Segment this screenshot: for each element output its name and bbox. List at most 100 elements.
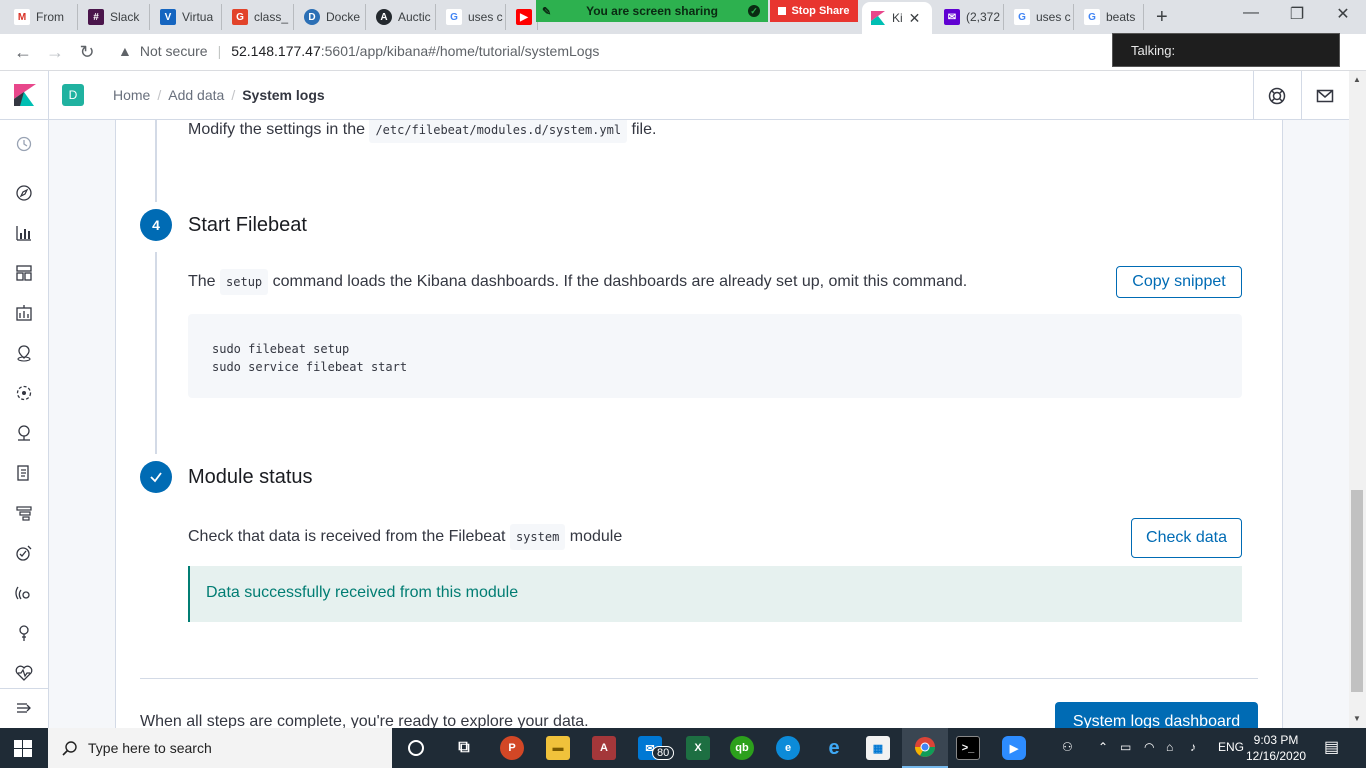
file-explorer-icon[interactable]: ▬: [546, 736, 570, 760]
minimize-icon[interactable]: —: [1228, 4, 1274, 22]
main-content: Modify the settings in the /etc/filebeat…: [49, 120, 1349, 728]
uptime-icon[interactable]: [15, 544, 33, 562]
modify-suffix: file.: [631, 121, 657, 138]
tab-slack[interactable]: # Slack: [80, 4, 150, 30]
dev-tools-icon[interactable]: [15, 624, 33, 642]
tab-label: uses c: [1036, 10, 1071, 24]
battery-icon[interactable]: ▭: [1120, 740, 1131, 754]
url-host: 52.148.177.47: [231, 43, 321, 59]
infrastructure-icon[interactable]: [15, 424, 33, 442]
terminal-icon[interactable]: >_: [956, 736, 980, 760]
clock[interactable]: 9:03 PM 12/16/2020: [1246, 732, 1306, 764]
tab-google-2[interactable]: G uses c: [1006, 4, 1074, 30]
internet-explorer-icon[interactable]: e: [822, 736, 846, 760]
tab-google-3[interactable]: G beats: [1076, 4, 1144, 30]
stop-share-button[interactable]: Stop Share: [770, 0, 858, 22]
task-view-icon[interactable]: ⧉: [452, 736, 476, 760]
setup-prefix: The: [188, 273, 216, 290]
tab-label: Virtua: [182, 10, 214, 24]
monitoring-icon[interactable]: [15, 664, 33, 682]
dashboard-icon[interactable]: [15, 264, 33, 282]
gitlab-icon: G: [232, 9, 248, 25]
tab-label: uses c: [468, 10, 503, 24]
breadcrumb-add-data[interactable]: Add data: [168, 87, 224, 103]
canvas-icon[interactable]: [15, 304, 33, 322]
check-data-button[interactable]: Check data: [1131, 518, 1242, 558]
ml-icon[interactable]: [15, 384, 33, 402]
tab-google[interactable]: G uses c: [438, 4, 506, 30]
tab-gitlab[interactable]: G class_: [224, 4, 294, 30]
breadcrumb-current: System logs: [242, 87, 325, 103]
visualize-icon[interactable]: [15, 224, 33, 242]
tab-label: beats: [1106, 10, 1136, 24]
tab-virtual[interactable]: V Virtua: [152, 4, 222, 30]
config-path-code: /etc/filebeat/modules.d/system.yml: [369, 120, 628, 143]
network-icon[interactable]: ⌂: [1166, 740, 1173, 754]
setup-suffix: command loads the Kibana dashboards. If …: [272, 273, 968, 290]
scroll-up-icon[interactable]: ▲: [1353, 75, 1361, 84]
new-tab-button[interactable]: +: [1156, 6, 1168, 29]
scrollbar-thumb[interactable]: [1351, 490, 1363, 692]
mail-icon[interactable]: [1315, 86, 1335, 106]
expand-nav-icon[interactable]: [15, 699, 33, 717]
space-avatar[interactable]: D: [62, 84, 84, 106]
store-icon[interactable]: ▦: [866, 736, 890, 760]
logs-icon[interactable]: [15, 464, 33, 482]
setup-description: The setup command loads the Kibana dashb…: [188, 269, 968, 295]
recent-icon[interactable]: [15, 135, 33, 153]
kibana-logo-icon[interactable]: [14, 84, 36, 106]
system-logs-dashboard-button[interactable]: System logs dashboard: [1055, 702, 1258, 728]
tab-gmail[interactable]: M From: [6, 4, 78, 30]
maps-icon[interactable]: [15, 344, 33, 362]
chrome-taskbar-button[interactable]: [902, 728, 948, 768]
show-hidden-icons[interactable]: ⌃: [1098, 740, 1108, 754]
tab-yahoo-mail[interactable]: ✉ (2,372: [936, 4, 1004, 30]
notifications-icon[interactable]: ▤: [1324, 737, 1339, 757]
scroll-down-icon[interactable]: ▼: [1353, 714, 1361, 723]
apm-icon[interactable]: [15, 504, 33, 522]
complete-message: When all steps are complete, you're read…: [140, 713, 589, 728]
cortana-icon[interactable]: [404, 736, 428, 760]
copy-snippet-button[interactable]: Copy snippet: [1116, 266, 1242, 298]
language-indicator[interactable]: ENG: [1218, 740, 1244, 754]
siem-icon[interactable]: [15, 584, 33, 602]
tab-label: Ki: [892, 11, 903, 25]
close-tab-icon[interactable]: ✕: [909, 10, 921, 27]
tab-docker[interactable]: D Docke: [296, 4, 366, 30]
volume-icon[interactable]: ♪: [1190, 740, 1196, 754]
close-window-icon[interactable]: ✕: [1320, 4, 1366, 24]
google-icon: G: [1084, 9, 1100, 25]
step-complete-check: [140, 461, 172, 493]
help-icon[interactable]: [1267, 86, 1287, 106]
quickbooks-icon[interactable]: qb: [730, 736, 754, 760]
url-path: :5601/app/kibana#/home/tutorial/systemLo…: [320, 43, 600, 59]
pin-icon: ✎: [542, 5, 552, 18]
powerpoint-icon[interactable]: P: [500, 736, 524, 760]
code-line: sudo filebeat setup: [212, 342, 350, 356]
taskbar-search-field[interactable]: Type here to search: [48, 728, 392, 768]
discover-icon[interactable]: [15, 184, 33, 202]
breadcrumb-home[interactable]: Home: [113, 87, 150, 103]
windows-start-icon[interactable]: [14, 740, 32, 757]
talking-overlay: Talking:: [1112, 33, 1340, 67]
check-description: Check that data is received from the Fil…: [188, 524, 622, 550]
tutorial-panel: [115, 120, 1283, 728]
access-icon[interactable]: A: [592, 736, 616, 760]
people-icon[interactable]: ⚇: [1062, 740, 1073, 754]
header-divider: [1253, 71, 1254, 120]
restore-icon[interactable]: ❐: [1274, 4, 1320, 24]
edge-icon[interactable]: e: [776, 736, 800, 760]
url-field[interactable]: ▲ Not secure | 52.148.177.47 :5601/app/k…: [118, 43, 599, 59]
tab-youtube[interactable]: ▶: [508, 4, 538, 30]
excel-icon[interactable]: X: [686, 736, 710, 760]
forward-icon[interactable]: →: [44, 42, 66, 63]
zoom-icon[interactable]: ▶: [1002, 736, 1026, 760]
tab-kibana-active[interactable]: Ki ✕: [862, 2, 932, 34]
slack-icon: #: [88, 9, 104, 25]
step-title-module-status: Module status: [188, 466, 313, 488]
reload-icon[interactable]: ↻: [76, 42, 98, 63]
back-icon[interactable]: ←: [12, 42, 34, 63]
google-icon: G: [1014, 9, 1030, 25]
wifi-icon[interactable]: ◠: [1144, 740, 1154, 754]
tab-github[interactable]: A Auctic: [368, 4, 436, 30]
